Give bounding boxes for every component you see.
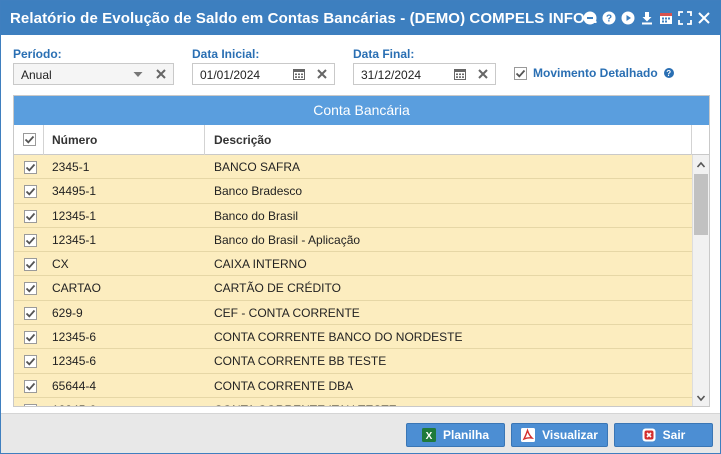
expand-icon[interactable] xyxy=(677,10,693,26)
report-dialog: Relatório de Evolução de Saldo em Contas… xyxy=(0,0,721,454)
periodo-label: Período: xyxy=(13,47,62,61)
cell-numero: 12345-1 xyxy=(52,208,97,223)
cell-numero: 2345-1 xyxy=(52,160,90,174)
cell-descricao: CAIXA INTERNO xyxy=(214,257,307,272)
periodo-value: Anual xyxy=(21,68,52,82)
scroll-down-icon[interactable] xyxy=(693,390,709,406)
table-row[interactable]: 65644-4 CONTA CORRENTE DBA xyxy=(14,373,692,398)
sair-button[interactable]: Sair xyxy=(614,423,713,447)
cell-descricao: CARTÃO DE CRÉDITO xyxy=(214,281,341,296)
row-checkbox[interactable] xyxy=(24,379,37,393)
grid-header: Número Descrição xyxy=(14,125,709,155)
visualizar-label: Visualizar xyxy=(542,428,598,442)
pdf-icon xyxy=(521,428,536,442)
scroll-up-icon[interactable] xyxy=(693,157,709,173)
data-inicial-value: 01/01/2024 xyxy=(200,68,261,82)
column-header-numero[interactable]: Número xyxy=(44,125,205,155)
excel-icon: X xyxy=(421,428,436,442)
svg-text:X: X xyxy=(426,431,433,442)
cell-numero: 12345-6 xyxy=(52,398,96,406)
data-inicial-label: Data Inicial: xyxy=(192,47,260,61)
clear-data-final-icon[interactable] xyxy=(475,66,491,82)
title-bar-actions: ? xyxy=(582,9,712,27)
row-checkbox[interactable] xyxy=(24,403,37,406)
planilha-label: Planilha xyxy=(442,428,489,442)
cell-numero: 12345-6 xyxy=(52,354,97,369)
conta-bancaria-grid: Conta Bancária Número Descrição 2345-1 BA… xyxy=(13,95,710,407)
table-row[interactable]: 12345-6 CONTA CORRENTE BANCO DO NORDESTE xyxy=(14,325,692,350)
row-checkbox[interactable] xyxy=(24,209,37,223)
movimento-detalhado-option[interactable]: Movimento Detalhado ? xyxy=(514,66,674,80)
movimento-detalhado-checkbox[interactable] xyxy=(514,66,527,80)
table-row[interactable]: 2345-1 BANCO SAFRA xyxy=(14,155,692,180)
data-final-field[interactable]: 31/12/2024 xyxy=(353,63,496,85)
row-checkbox[interactable] xyxy=(24,306,37,320)
cell-descricao: Banco do Brasil xyxy=(214,208,299,223)
window-title: Relatório de Evolução de Saldo em Contas… xyxy=(10,10,598,27)
sair-label: Sair xyxy=(662,428,686,442)
table-row[interactable]: CARTAO CARTÃO DE CRÉDITO xyxy=(14,276,692,301)
row-checkbox[interactable] xyxy=(24,258,37,272)
cell-descricao: CONTA CORRENTE DBA xyxy=(214,378,354,393)
cell-descricao: Banco Bradesco xyxy=(214,184,303,199)
exit-icon xyxy=(642,428,656,442)
table-row[interactable]: CX CAIXA INTERNO xyxy=(14,252,692,277)
column-header-descricao[interactable]: Descrição xyxy=(205,125,692,155)
cell-numero: CARTAO xyxy=(52,281,101,296)
cell-descricao: Banco do Brasil - Aplicação xyxy=(214,232,361,247)
minimize-icon[interactable] xyxy=(582,10,598,26)
cell-descricao: CONTA CORRENTE BB TESTE xyxy=(214,354,387,369)
cell-descricao: CEF - CONTA CORRENTE xyxy=(214,305,360,320)
cell-numero: 12345-1 xyxy=(52,232,97,247)
clear-periodo-icon[interactable] xyxy=(153,66,169,82)
row-checkbox[interactable] xyxy=(24,161,37,174)
cell-numero: 12345-6 xyxy=(52,330,97,345)
table-row[interactable]: 34495-1 Banco Bradesco xyxy=(14,179,692,204)
cell-numero: CX xyxy=(52,257,69,272)
chevron-down-icon[interactable] xyxy=(130,66,146,82)
calendar-icon[interactable] xyxy=(452,66,468,82)
select-all-checkbox[interactable] xyxy=(23,133,36,146)
help-icon[interactable]: ? xyxy=(601,10,617,26)
table-row[interactable]: 12345-1 Banco do Brasil xyxy=(14,203,692,228)
clear-data-inicial-icon[interactable] xyxy=(314,66,330,82)
data-final-value: 31/12/2024 xyxy=(361,68,422,82)
play-icon[interactable] xyxy=(620,10,636,26)
data-inicial-field[interactable]: 01/01/2024 xyxy=(192,63,335,85)
row-checkbox[interactable] xyxy=(24,355,37,369)
grid-body: 2345-1 BANCO SAFRA 34495-1 Banco Bradesco 12… xyxy=(14,155,692,406)
svg-text:?: ? xyxy=(606,14,612,25)
row-checkbox[interactable] xyxy=(24,331,37,345)
cell-descricao: BANCO SAFRA xyxy=(214,160,301,174)
row-checkbox[interactable] xyxy=(24,233,37,247)
cell-numero: 629-9 xyxy=(52,305,83,320)
row-checkbox[interactable] xyxy=(24,185,37,199)
table-row[interactable]: 12345-6 CONTA CORRENTE ITAU TESTE xyxy=(14,397,692,406)
planilha-button[interactable]: X Planilha xyxy=(406,423,505,447)
calendar-icon[interactable] xyxy=(658,10,674,26)
help-icon[interactable]: ? xyxy=(663,68,674,78)
cell-numero: 34495-1 xyxy=(52,184,97,199)
grid-title: Conta Bancária xyxy=(14,96,709,125)
calendar-icon[interactable] xyxy=(291,66,307,82)
table-row[interactable]: 12345-1 Banco do Brasil - Aplicação xyxy=(14,227,692,253)
close-icon[interactable] xyxy=(696,10,712,26)
title-bar[interactable]: Relatório de Evolução de Saldo em Contas… xyxy=(1,1,720,35)
footer-bar: X Planilha Visualizar Sair xyxy=(1,413,720,453)
cell-numero: 65644-4 xyxy=(52,378,97,393)
data-final-label: Data Final: xyxy=(353,47,415,61)
download-icon[interactable] xyxy=(639,10,655,26)
vertical-scrollbar[interactable] xyxy=(692,155,709,406)
table-row[interactable]: 12345-6 CONTA CORRENTE BB TESTE xyxy=(14,349,692,374)
select-all-cell[interactable] xyxy=(14,125,44,155)
cell-descricao: CONTA CORRENTE ITAU TESTE xyxy=(214,398,397,406)
scrollbar-thumb[interactable] xyxy=(694,174,708,235)
visualizar-button[interactable]: Visualizar xyxy=(511,423,608,447)
periodo-select[interactable]: Anual xyxy=(13,63,174,85)
movimento-detalhado-label: Movimento Detalhado xyxy=(533,66,658,80)
cell-descricao: CONTA CORRENTE BANCO DO NORDESTE xyxy=(214,330,463,345)
table-row[interactable]: 629-9 CEF - CONTA CORRENTE xyxy=(14,300,692,326)
row-checkbox[interactable] xyxy=(24,282,37,296)
